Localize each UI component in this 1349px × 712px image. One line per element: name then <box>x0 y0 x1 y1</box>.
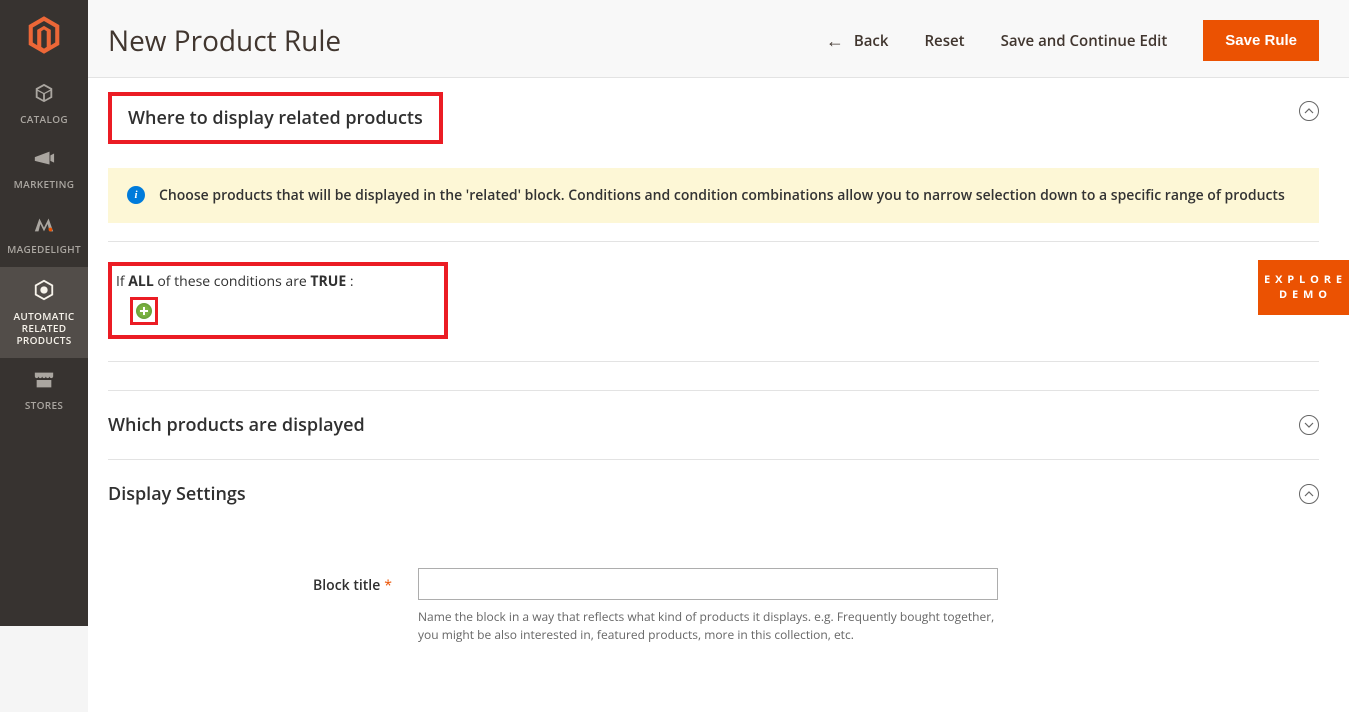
section-body-display: Block title* Name the block in a way tha… <box>108 568 1319 672</box>
content-area: Where to display related products i Choo… <box>88 78 1349 712</box>
sidebar-item-marketing[interactable]: MARKETING <box>0 137 88 202</box>
sidebar-item-catalog[interactable]: CATALOG <box>0 70 88 137</box>
section-title: Display Settings <box>108 482 246 506</box>
block-title-input[interactable] <box>418 568 998 600</box>
sidebar-item-automatic-related-products[interactable]: AUTOMATIC RELATED PRODUCTS <box>0 267 88 358</box>
explore-line1: E X P L O R E <box>1264 272 1343 287</box>
section-title: Which products are displayed <box>108 413 365 437</box>
magedelight-icon <box>33 214 55 239</box>
add-condition-highlight <box>130 297 158 325</box>
form-row-block-title: Block title* Name the block in a way tha… <box>108 568 1319 644</box>
sidebar: CATALOG MARKETING MAGEDELIGHT AUTOMATIC … <box>0 0 88 626</box>
save-continue-button[interactable]: Save and Continue Edit <box>1001 31 1168 51</box>
arrow-left-icon: ← <box>826 29 844 53</box>
collapse-toggle[interactable] <box>1299 415 1319 435</box>
sidebar-item-label: CATALOG <box>20 113 68 125</box>
hex-icon <box>33 279 55 306</box>
cube-icon <box>33 82 55 109</box>
page-title: New Product Rule <box>108 22 826 60</box>
condition-sentence: If ALL of these conditions are TRUE : <box>116 272 354 291</box>
section-header-where[interactable]: Where to display related products <box>108 92 443 144</box>
collapse-toggle[interactable] <box>1299 484 1319 504</box>
cond-all-link[interactable]: ALL <box>128 272 153 291</box>
form-field-wrap: Name the block in a way that reflects wh… <box>418 568 998 644</box>
back-button[interactable]: ← Back <box>826 29 889 53</box>
divider <box>108 361 1319 362</box>
save-rule-button[interactable]: Save Rule <box>1203 20 1319 61</box>
block-title-hint: Name the block in a way that reflects wh… <box>418 608 998 644</box>
chevron-up-icon <box>1304 491 1314 497</box>
reset-button[interactable]: Reset <box>924 31 964 51</box>
required-indicator: * <box>384 576 392 595</box>
save-continue-label: Save and Continue Edit <box>1001 31 1168 51</box>
form-label-wrap: Block title* <box>108 568 418 595</box>
section-display-settings: Display Settings Block title* Name the b… <box>108 460 1319 672</box>
sidebar-item-label: MAGEDELIGHT <box>7 243 81 255</box>
cond-suffix: : <box>346 272 353 291</box>
cond-true-link[interactable]: TRUE <box>310 272 346 291</box>
explore-demo-tab[interactable]: E X P L O R E D E M O <box>1258 260 1349 315</box>
storefront-icon <box>33 370 55 395</box>
magento-logo[interactable] <box>0 0 88 70</box>
topbar-actions: ← Back Reset Save and Continue Edit Save… <box>826 20 1319 61</box>
sidebar-item-label: AUTOMATIC RELATED PRODUCTS <box>13 310 74 346</box>
sidebar-item-magedelight[interactable]: MAGEDELIGHT <box>0 202 88 267</box>
cond-prefix: If <box>116 272 128 291</box>
explore-line2: D E M O <box>1264 287 1343 302</box>
info-banner: i Choose products that will be displayed… <box>108 168 1319 223</box>
megaphone-icon <box>33 149 55 174</box>
section-title: Where to display related products <box>128 106 423 130</box>
section-where-to-display: Where to display related products i Choo… <box>108 78 1319 391</box>
info-text: Choose products that will be displayed i… <box>159 185 1285 206</box>
main-content: New Product Rule ← Back Reset Save and C… <box>88 0 1349 712</box>
back-label: Back <box>854 31 889 51</box>
info-icon: i <box>127 186 145 204</box>
conditions-area: If ALL of these conditions are TRUE : <box>108 241 1319 339</box>
add-condition-button[interactable] <box>136 303 152 319</box>
section-body-where: i Choose products that will be displayed… <box>108 168 1319 390</box>
conditions-highlight: If ALL of these conditions are TRUE : <box>108 262 448 339</box>
collapse-toggle[interactable] <box>1299 101 1319 121</box>
add-condition-wrap <box>130 297 354 325</box>
block-title-label: Block title <box>313 576 380 595</box>
reset-label: Reset <box>924 31 964 51</box>
topbar: New Product Rule ← Back Reset Save and C… <box>88 0 1349 78</box>
sidebar-item-label: STORES <box>25 399 63 411</box>
sidebar-item-label: MARKETING <box>14 178 75 190</box>
chevron-up-icon <box>1304 108 1314 114</box>
chevron-down-icon <box>1304 422 1314 428</box>
cond-mid: of these conditions are <box>154 272 311 291</box>
section-header-which[interactable]: Which products are displayed <box>108 391 1319 459</box>
sidebar-item-stores[interactable]: STORES <box>0 358 88 423</box>
section-header-display[interactable]: Display Settings <box>108 460 1319 528</box>
section-which-products: Which products are displayed <box>108 391 1319 460</box>
